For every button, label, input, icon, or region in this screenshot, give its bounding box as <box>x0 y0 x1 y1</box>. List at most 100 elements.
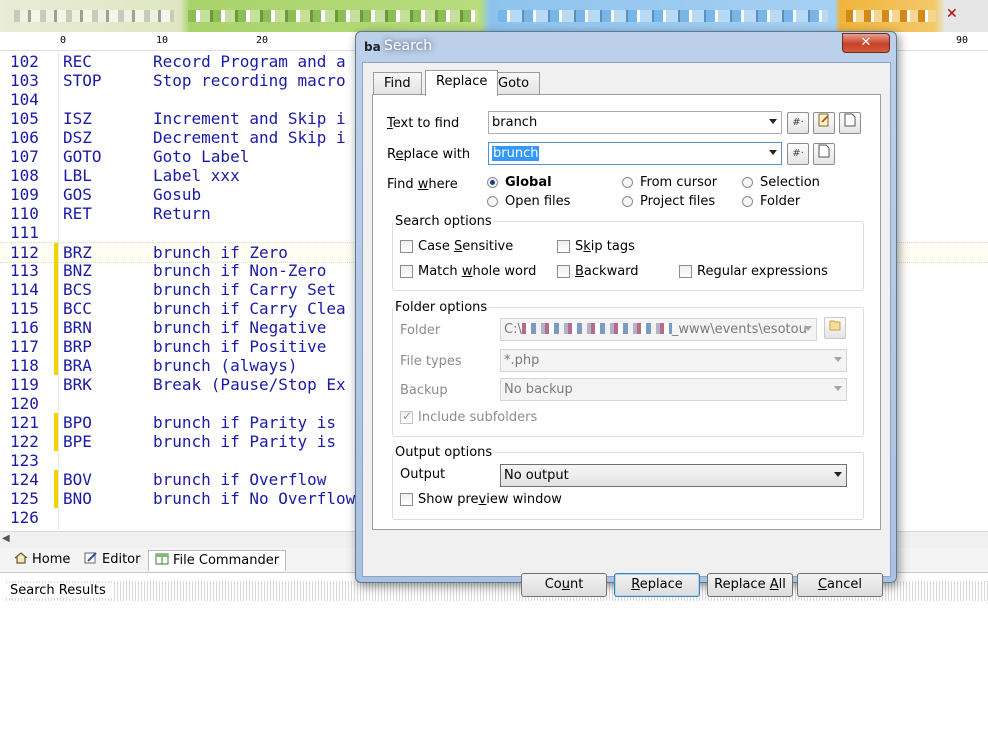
tab-home-label: Home <box>32 552 71 567</box>
backup-combo[interactable]: No backup <box>500 378 847 401</box>
ruler-tick: 0 <box>60 35 67 46</box>
tab-file-commander-label: File Commander <box>173 553 280 568</box>
line-number: 106 <box>10 128 39 147</box>
line-number: 126 <box>10 508 39 527</box>
output-combo[interactable]: No output <box>500 464 847 487</box>
tab-editor[interactable]: Editor <box>78 550 146 570</box>
code-keyword: BRN <box>63 318 92 337</box>
replace-with-label: Replace with <box>387 147 471 162</box>
code-comment: brunch if Positive <box>153 337 327 356</box>
chevron-down-icon[interactable] <box>804 326 812 331</box>
code-comment: Break (Pause/Stop Ex <box>153 375 346 394</box>
chevron-down-icon[interactable] <box>769 150 777 155</box>
line-number: 112 <box>10 243 39 262</box>
search-dialog: ba Search ✕ Find Replace Goto Text to fi… <box>355 31 897 597</box>
count-button[interactable]: Count <box>521 573 607 597</box>
new-document-button[interactable] <box>813 143 835 165</box>
code-comment: Record Program and a <box>153 52 346 71</box>
text-to-find-combo[interactable]: branch <box>488 111 782 134</box>
dialog-body: Find Replace Goto Text to find branch #·… <box>362 62 891 597</box>
dialog-title: Search <box>384 38 433 54</box>
tab-file-commander[interactable]: File Commander <box>148 550 287 571</box>
ruler-tick: 20 <box>256 35 269 46</box>
search-options-group <box>392 221 864 291</box>
code-comment: brunch if Parity is <box>153 413 337 432</box>
folder-combo[interactable]: C:\ _www\events\esotou <box>500 318 817 341</box>
scroll-left-icon[interactable]: ◀ <box>2 533 10 544</box>
code-comment: Return <box>153 204 211 223</box>
tab-find[interactable]: Find <box>373 72 422 95</box>
document-tab-strip[interactable]: ✕ <box>0 0 988 33</box>
code-comment: Label xxx <box>153 166 240 185</box>
code-keyword: STOP <box>63 71 102 90</box>
replace-with-value: brunch <box>492 146 540 161</box>
line-number: 105 <box>10 109 39 128</box>
tab-home[interactable]: Home <box>8 550 76 570</box>
replace-button[interactable]: Replace <box>614 573 700 597</box>
text-to-find-label: Text to find <box>387 116 460 131</box>
tab-editor-label: Editor <box>102 552 141 567</box>
line-number: 115 <box>10 299 39 318</box>
line-number: 124 <box>10 470 39 489</box>
file-types-combo[interactable]: *.php <box>500 349 847 372</box>
code-keyword: DSZ <box>63 128 92 147</box>
document-icon <box>818 144 830 158</box>
code-keyword: BCS <box>63 280 92 299</box>
new-document-button[interactable] <box>839 112 861 134</box>
browse-folder-button[interactable] <box>824 317 846 339</box>
search-results-panel[interactable] <box>4 602 988 730</box>
folder-options-title: Folder options <box>393 300 490 315</box>
code-keyword: BRP <box>63 337 92 356</box>
search-results-title: Search Results <box>4 583 112 598</box>
replace-all-button[interactable]: Replace All <box>707 573 793 597</box>
tab-strip-blurred-tabs <box>498 10 828 22</box>
code-keyword: RET <box>63 204 92 223</box>
line-number: 113 <box>10 261 39 280</box>
chevron-down-icon[interactable] <box>834 386 842 391</box>
dialog-close-button[interactable]: ✕ <box>842 33 890 53</box>
code-keyword: ISZ <box>63 109 92 128</box>
history-button[interactable] <box>813 112 835 134</box>
code-keyword: BRK <box>63 375 92 394</box>
tab-strip-blurred-tabs <box>188 10 478 22</box>
code-comment: brunch if Negative <box>153 318 327 337</box>
code-keyword: BRZ <box>63 243 92 262</box>
output-label: Output <box>400 467 446 482</box>
code-comment: brunch if Non-Zero <box>153 261 327 280</box>
home-icon <box>14 551 28 564</box>
chevron-down-icon[interactable] <box>834 472 842 477</box>
gutter-divider <box>58 52 59 530</box>
special-chars-button[interactable]: #· <box>787 112 809 134</box>
line-number: 102 <box>10 52 39 71</box>
code-comment: brunch if Parity is <box>153 432 337 451</box>
line-number: 125 <box>10 489 39 508</box>
line-number: 118 <box>10 356 39 375</box>
document-icon <box>844 113 856 127</box>
chevron-down-icon[interactable] <box>769 119 777 124</box>
line-number: 121 <box>10 413 39 432</box>
line-number: 108 <box>10 166 39 185</box>
code-keyword: BRA <box>63 356 92 375</box>
cancel-button[interactable]: Cancel <box>797 573 883 597</box>
code-keyword: GOTO <box>63 147 102 166</box>
line-number: 104 <box>10 90 39 109</box>
tab-replace[interactable]: Replace <box>425 70 499 96</box>
line-number: 123 <box>10 451 39 470</box>
backup-label: Backup <box>400 383 448 398</box>
find-where-label: Find where <box>387 177 458 192</box>
line-number: 114 <box>10 280 39 299</box>
tab-strip-blurred-tabs <box>846 10 936 22</box>
app-icon: ba <box>364 40 381 54</box>
special-chars-button[interactable]: #· <box>787 143 809 165</box>
line-number: 117 <box>10 337 39 356</box>
chevron-down-icon[interactable] <box>834 357 842 362</box>
code-keyword: REC <box>63 52 92 71</box>
code-keyword: BNZ <box>63 261 92 280</box>
code-comment: Decrement and Skip i <box>153 128 346 147</box>
code-keyword: GOS <box>63 185 92 204</box>
line-number: 109 <box>10 185 39 204</box>
replace-with-combo[interactable]: brunch <box>488 142 782 165</box>
editor-icon <box>84 551 98 564</box>
close-tab-icon[interactable]: ✕ <box>946 6 958 22</box>
line-number: 110 <box>10 204 39 223</box>
